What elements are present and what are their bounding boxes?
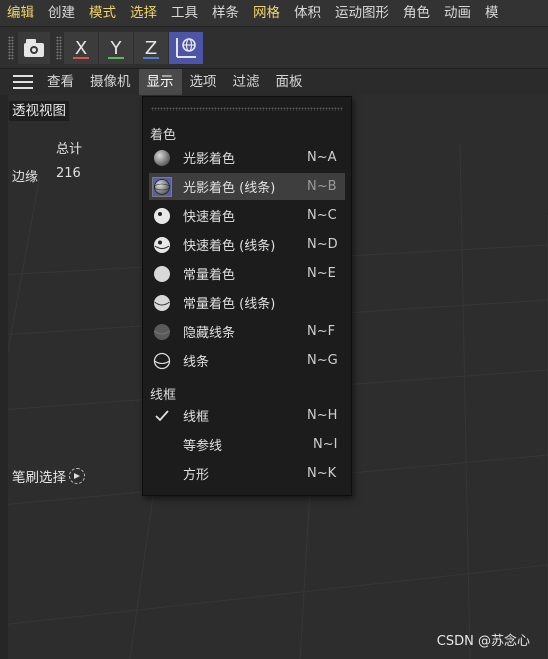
view-menu-display[interactable]: 显示 [138, 69, 182, 95]
menu-item-constant-shading-lines[interactable]: 常量着色 (线条) [149, 289, 345, 316]
menu-item-label: 隐藏线条 [183, 326, 236, 341]
axis-y-label: Y [110, 37, 122, 59]
brush-selection-tool[interactable]: 笔刷选择 [12, 466, 85, 486]
menu-item-shortcut: N~K [307, 466, 337, 481]
shaded-sphere-icon [153, 149, 171, 167]
stats-edges-value: 216 [56, 166, 81, 181]
menu-item-shortcut: N~E [307, 266, 336, 281]
menu-item-shortcut: N~C [307, 208, 337, 223]
toolbar-grip-2[interactable] [56, 36, 62, 60]
menu-item-shortcut: N~A [307, 150, 337, 165]
menu-item-box[interactable]: 方形 N~K [149, 460, 345, 487]
viewport-title: 透视视图 [9, 101, 69, 121]
menu-item-label: 快速着色 (线条) [183, 239, 276, 254]
empty-check-slot [153, 465, 171, 483]
constant-shade-wire-icon [153, 294, 171, 312]
menu-item-isoparms[interactable]: 等参线 N~I [149, 431, 345, 458]
axis-x-label: X [74, 37, 88, 59]
menu-item-label: 等参线 [183, 439, 223, 454]
menu-mesh[interactable]: 网格 [246, 0, 287, 27]
menu-edit[interactable]: 编辑 [0, 0, 41, 27]
view-menu-camera[interactable]: 摄像机 [82, 69, 139, 95]
menu-animate[interactable]: 动画 [437, 0, 478, 27]
menu-item-quick-shading[interactable]: 快速着色 N~C [149, 202, 345, 229]
section-shading-title: 着色 [150, 128, 177, 143]
checkmark-icon [153, 407, 171, 425]
axis-z-label: Z [144, 37, 158, 59]
display-dropdown-menu: 着色 光影着色 N~A 光影着色 (线条) N~B 快速着色 N~C 快速着色 … [142, 96, 352, 496]
axis-y-underline [108, 57, 124, 59]
axis-z-underline [143, 57, 159, 59]
brush-cursor-icon [69, 468, 85, 484]
menu-item-label: 光影着色 [183, 152, 236, 167]
camera-icon [24, 39, 44, 57]
menu-item-quick-shading-lines[interactable]: 快速着色 (线条) N~D [149, 231, 345, 258]
render-view-button[interactable] [18, 32, 50, 64]
menu-mode[interactable]: 模式 [82, 0, 123, 27]
shaded-wire-sphere-icon [152, 176, 172, 197]
menu-item-gouraud-shading-lines[interactable]: 光影着色 (线条) N~B [149, 173, 345, 200]
menu-spline[interactable]: 样条 [205, 0, 246, 27]
viewport-menubar: 查看 摄像机 显示 选项 过滤 面板 [0, 69, 548, 95]
axis-x-button[interactable]: X [64, 32, 98, 64]
constant-shade-icon [153, 265, 171, 283]
hidden-line-icon [153, 323, 171, 341]
view-menu-options[interactable]: 选项 [182, 69, 225, 95]
menu-item-label: 常量着色 [183, 268, 236, 283]
quick-shade-wire-icon [153, 236, 171, 254]
menu-more[interactable]: 模 [478, 0, 506, 27]
menu-tools[interactable]: 工具 [164, 0, 205, 27]
menu-item-hidden-line[interactable]: 隐藏线条 N~F [149, 318, 345, 345]
world-coordinates-button[interactable] [169, 32, 203, 64]
menu-item-shortcut: N~I [313, 437, 338, 452]
menu-item-shortcut: N~G [307, 353, 338, 368]
viewport-left-edge [0, 95, 8, 659]
menu-item-gouraud-shading[interactable]: 光影着色 N~A [149, 144, 345, 171]
world-axis-icon [176, 38, 196, 58]
tearoff-handle[interactable] [151, 107, 343, 111]
menu-item-constant-shading[interactable]: 常量着色 N~E [149, 260, 345, 287]
main-menubar: 编辑 创建 模式 选择 工具 样条 网格 体积 运动图形 角色 动画 模 [0, 0, 548, 27]
section-wireframe-title: 线框 [150, 388, 177, 403]
menu-character[interactable]: 角色 [396, 0, 437, 27]
menu-item-shortcut: N~H [307, 408, 338, 423]
menu-item-shortcut: N~D [307, 237, 338, 252]
axis-z-button[interactable]: Z [134, 32, 168, 64]
lines-icon [153, 352, 171, 370]
brush-selection-label: 笔刷选择 [12, 470, 66, 486]
axis-x-underline [73, 57, 89, 59]
hamburger-icon[interactable] [13, 75, 33, 89]
menu-item-label: 线框 [183, 410, 210, 425]
menu-item-label: 线条 [183, 355, 210, 370]
quick-shade-icon [153, 207, 171, 225]
menu-item-label: 光影着色 (线条) [183, 181, 276, 196]
stats-header: 总计 [56, 142, 83, 157]
menu-item-shortcut: N~F [307, 324, 336, 339]
menu-volume[interactable]: 体积 [287, 0, 328, 27]
menu-create[interactable]: 创建 [41, 0, 82, 27]
view-menu-panel[interactable]: 面板 [268, 69, 311, 95]
stats-edges-label: 边缘 [12, 170, 39, 185]
menu-item-shortcut: N~B [307, 179, 337, 194]
menu-item-label: 常量着色 (线条) [183, 297, 276, 312]
watermark: CSDN @苏念心 [436, 634, 530, 649]
menu-item-label: 方形 [183, 468, 210, 483]
menu-mograph[interactable]: 运动图形 [328, 0, 396, 27]
menu-item-wireframe[interactable]: 线框 N~H [149, 402, 345, 429]
view-menu-view[interactable]: 查看 [39, 69, 82, 95]
menu-select[interactable]: 选择 [123, 0, 164, 27]
menu-item-lines[interactable]: 线条 N~G [149, 347, 345, 374]
menu-item-label: 快速着色 [183, 210, 236, 225]
empty-check-slot [153, 436, 171, 454]
toolbar-grip[interactable] [8, 36, 14, 60]
view-menu-filter[interactable]: 过滤 [225, 69, 268, 95]
toolbar: X Y Z [0, 27, 548, 69]
axis-y-button[interactable]: Y [99, 32, 133, 64]
